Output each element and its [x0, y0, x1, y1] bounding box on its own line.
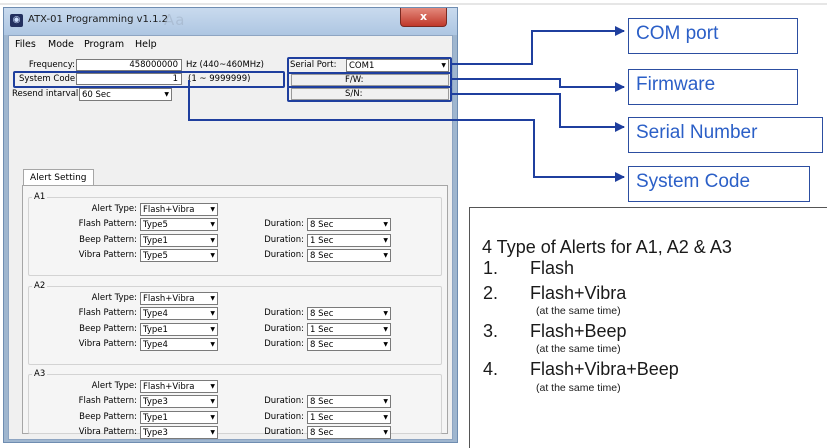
note-item-sub: (at the same time)	[536, 382, 621, 394]
note-item-number: 4.	[483, 359, 499, 379]
alert-types-note: 4 Type of Alerts for A1, A2 & A3 1. Flas…	[469, 207, 827, 448]
note-item-number: 3.	[483, 321, 499, 341]
serial-number-connector	[450, 93, 625, 132]
note-item-text: Flash+Beep	[530, 321, 627, 341]
note-item-sub: (at the same time)	[536, 343, 621, 355]
note-item-text: Flash+Vibra	[530, 283, 627, 303]
note-item-number: 2.	[483, 283, 499, 303]
note-item-text: Flash+Vibra+Beep	[530, 359, 679, 379]
note-item-text: Flash	[530, 258, 575, 278]
note-heading: 4 Type of Alerts for A1, A2 & A3	[482, 237, 732, 257]
com-port-connector	[450, 26, 625, 65]
note-item-sub: (at the same time)	[536, 305, 621, 317]
firmware-connector	[450, 78, 625, 92]
note-item-number: 1.	[483, 258, 499, 278]
